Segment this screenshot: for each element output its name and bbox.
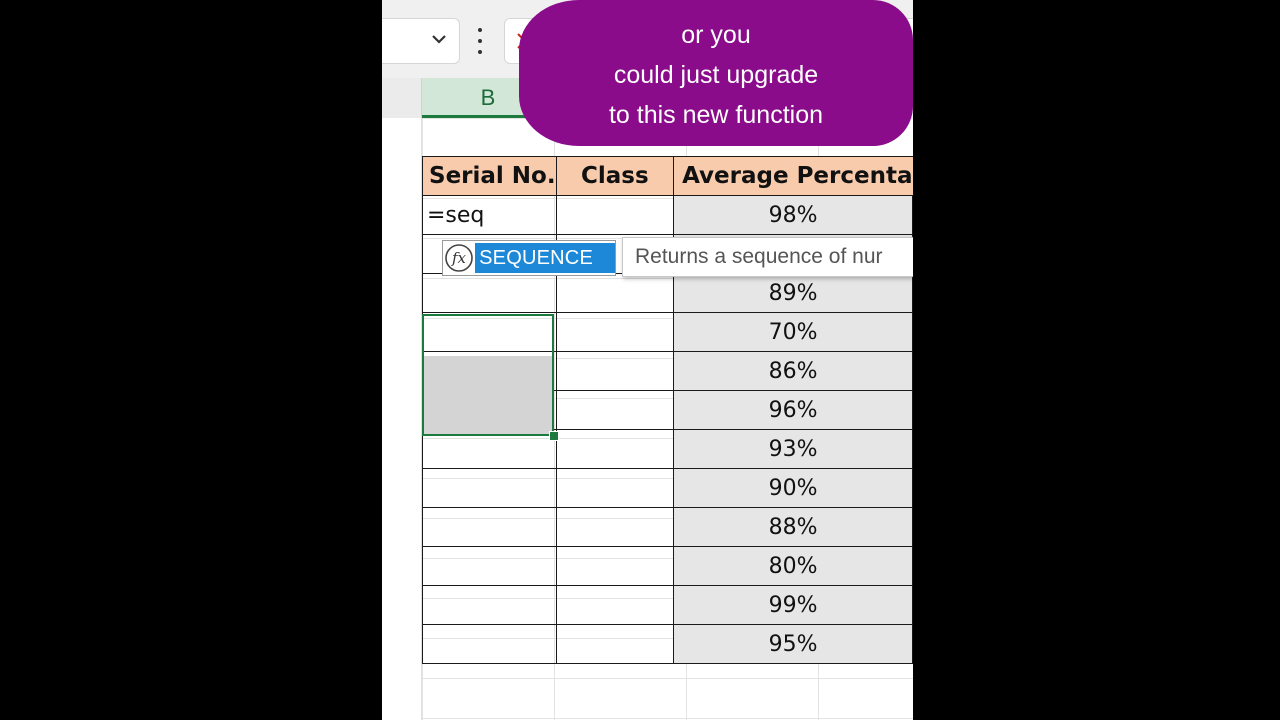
table-row: =seq 98%	[422, 195, 913, 235]
table-row: 99%	[422, 585, 913, 625]
class-cell[interactable]	[555, 429, 675, 469]
function-autocomplete-dropdown[interactable]: fx SEQUENCE	[442, 240, 616, 276]
worksheet-grid[interactable]: Serial No. Class Average Percenta =seq 98…	[382, 118, 913, 720]
serial-cell[interactable]	[422, 429, 557, 469]
caption-line: could just upgrade	[613, 61, 819, 89]
average-cell[interactable]: 89%	[673, 273, 913, 313]
average-cell[interactable]: 99%	[673, 585, 913, 625]
row-header-gutter	[382, 118, 422, 720]
table-row: 70%	[422, 312, 913, 352]
caption-line: to this new function	[608, 101, 823, 129]
table-row: 89%	[422, 273, 913, 313]
class-cell[interactable]	[555, 273, 675, 313]
average-cell[interactable]: 86%	[673, 351, 913, 391]
fill-handle[interactable]	[549, 431, 559, 441]
average-cell[interactable]: 80%	[673, 546, 913, 586]
serial-cell[interactable]	[422, 312, 557, 352]
serial-cell[interactable]	[422, 624, 557, 664]
class-cell[interactable]	[555, 507, 675, 547]
editing-cell[interactable]: =seq	[422, 195, 557, 235]
serial-cell[interactable]	[422, 585, 557, 625]
caption-bubble: or you could just upgrade to this new fu…	[519, 0, 913, 146]
function-icon: fx	[443, 241, 475, 275]
table-row: 93%	[422, 429, 913, 469]
function-tooltip: Returns a sequence of nur	[622, 237, 913, 277]
table-row: 80%	[422, 546, 913, 586]
class-cell[interactable]	[555, 390, 675, 430]
serial-cell[interactable]	[422, 507, 557, 547]
class-cell[interactable]	[555, 546, 675, 586]
average-cell[interactable]: 98%	[673, 195, 913, 235]
selected-range-fill	[424, 356, 552, 434]
serial-cell[interactable]	[422, 468, 557, 508]
suggestion-sequence[interactable]: SEQUENCE	[475, 243, 615, 273]
average-cell[interactable]: 93%	[673, 429, 913, 469]
class-cell[interactable]	[555, 351, 675, 391]
table-header-row: Serial No. Class Average Percenta	[422, 156, 913, 196]
name-box[interactable]	[382, 18, 460, 64]
more-options-icon[interactable]	[474, 26, 486, 56]
class-cell[interactable]	[555, 195, 675, 235]
table-row: 88%	[422, 507, 913, 547]
caption-line: or you	[681, 21, 751, 49]
header-serial-no[interactable]: Serial No.	[422, 156, 557, 196]
header-class[interactable]: Class	[555, 156, 675, 196]
table-row: 95%	[422, 624, 913, 664]
class-cell[interactable]	[555, 624, 675, 664]
table-row: 90%	[422, 468, 913, 508]
serial-cell[interactable]	[422, 273, 557, 313]
average-cell[interactable]: 95%	[673, 624, 913, 664]
average-cell[interactable]: 70%	[673, 312, 913, 352]
header-average-percentage[interactable]: Average Percenta	[673, 156, 913, 196]
class-cell[interactable]	[555, 585, 675, 625]
class-cell[interactable]	[555, 312, 675, 352]
svg-text:fx: fx	[451, 249, 467, 267]
class-cell[interactable]	[555, 468, 675, 508]
serial-cell[interactable]	[422, 546, 557, 586]
average-cell[interactable]: 88%	[673, 507, 913, 547]
select-all-corner[interactable]	[382, 78, 422, 118]
average-cell[interactable]: 90%	[673, 468, 913, 508]
average-cell[interactable]: 96%	[673, 390, 913, 430]
chevron-down-icon[interactable]	[431, 31, 447, 47]
